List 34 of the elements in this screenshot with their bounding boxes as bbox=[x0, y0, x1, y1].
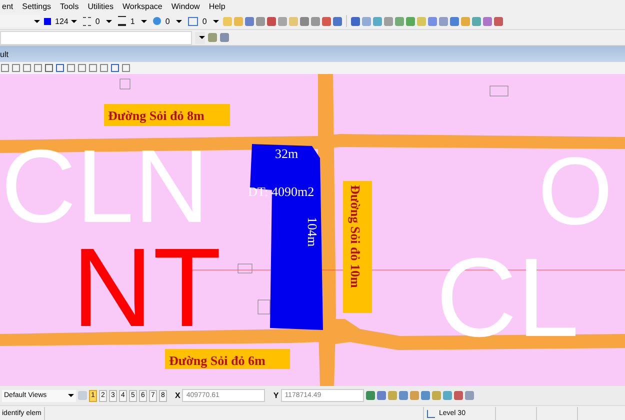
line-weight-icon bbox=[118, 16, 126, 26]
menu-item[interactable]: Utilities bbox=[88, 1, 114, 12]
x-coordinate-label: X bbox=[175, 391, 180, 400]
building-outline bbox=[490, 86, 508, 96]
menu-item[interactable]: Settings bbox=[22, 1, 52, 12]
building-outline bbox=[238, 264, 252, 274]
attribute-dropdown[interactable]: 0 bbox=[186, 15, 222, 27]
attribute-dropdown[interactable]: 124 bbox=[42, 15, 80, 27]
globe-icon bbox=[153, 17, 162, 25]
attribute-dropdown[interactable]: 0 bbox=[151, 15, 184, 27]
attribute-dropdown[interactable]: 0 bbox=[81, 15, 114, 27]
menu-item[interactable]: ent bbox=[2, 1, 14, 12]
road-name-label: Đường Sỏi đỏ 10m bbox=[343, 181, 372, 313]
menu-item[interactable]: Workspace bbox=[122, 1, 162, 12]
road-name-label: Đường Sỏi đỏ 6m bbox=[165, 349, 290, 369]
line-style-icon bbox=[83, 16, 92, 26]
view-title: ult bbox=[0, 50, 8, 58]
menu-item[interactable]: Help bbox=[208, 1, 226, 12]
road-name-label: Đường Sỏi đỏ 8m bbox=[104, 104, 230, 126]
menu-item[interactable]: Window bbox=[171, 1, 200, 12]
command-field[interactable] bbox=[0, 30, 192, 44]
building-outline bbox=[258, 300, 270, 314]
parcel-area-label: DT: 4090m2 bbox=[248, 184, 314, 199]
building-outline bbox=[120, 78, 130, 90]
y-coordinate-label: Y bbox=[273, 391, 279, 400]
template-dropdown[interactable] bbox=[0, 15, 40, 27]
parcel-length-label: 104m bbox=[305, 217, 320, 247]
attribute-dropdown[interactable]: 1 bbox=[116, 15, 150, 27]
dropdown-button[interactable] bbox=[195, 32, 205, 44]
menu-item[interactable]: Tools bbox=[60, 1, 79, 12]
zone-code-label: CL bbox=[436, 235, 580, 360]
parcel-width-label: 32m bbox=[275, 146, 298, 161]
shapes-icon bbox=[188, 16, 198, 26]
level-icon bbox=[427, 410, 435, 418]
